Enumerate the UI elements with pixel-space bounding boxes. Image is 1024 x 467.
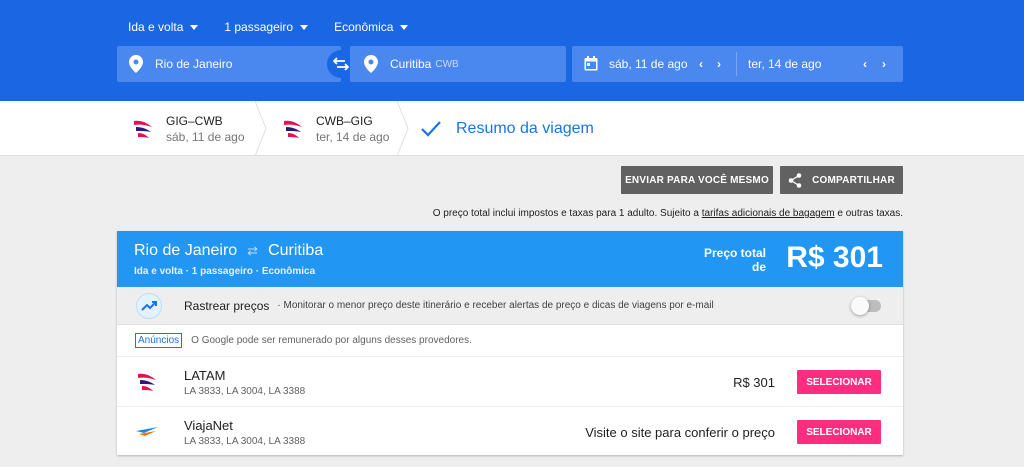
trip-summary-card: Rio de Janeiro ⇄ Curitiba Ida e volta · … [117,231,903,455]
track-prices-toggle[interactable] [851,297,881,315]
calendar-icon [584,56,598,71]
breadcrumb: GIG–CWB sáb, 11 de ago CWB–GIG ter, 14 d… [0,101,1024,156]
ads-text: O Google pode ser remunerado por alguns … [191,335,472,346]
cabin-label: Econômica [334,20,394,34]
summary-label: Resumo da viagem [456,119,594,137]
breadcrumb-separator-icon [396,101,409,156]
breadcrumb-summary: Resumo da viagem [420,101,594,156]
card-destination: Curitiba [268,242,324,259]
card-header: Rio de Janeiro ⇄ Curitiba Ida e volta · … [117,231,903,287]
breadcrumb-date: sáb, 11 de ago [166,129,245,144]
select-button[interactable]: SELECIONAR [797,370,881,394]
card-subtitle: Ida e volta · 1 passageiro · Econômica [134,266,316,277]
breadcrumb-route: CWB–GIG [316,113,373,128]
provider-name: ViajaNet [184,418,233,433]
breadcrumb-separator-icon [254,101,267,156]
price-note-text: O preço total inclui impostos e taxas pa… [432,208,702,219]
share-button[interactable]: COMPARTILHAR [780,166,903,194]
latam-logo-icon [284,120,302,138]
chevron-left-icon[interactable]: ‹ [695,57,707,71]
send-to-yourself-button[interactable]: ENVIAR PARA VOCÊ MESMO [621,166,773,194]
return-date[interactable]: ter, 14 de ago [748,57,821,71]
swap-icon [333,57,349,71]
price-note: O preço total inclui impostos e taxas pa… [433,208,903,219]
select-button[interactable]: SELECIONAR [797,420,881,444]
breadcrumb-return[interactable]: CWB–GIG ter, 14 de ago [282,101,389,156]
total-price: R$ 301 [786,241,883,274]
breadcrumb-date: ter, 14 de ago [316,129,390,144]
passengers-dropdown[interactable]: 1 passageiro [224,20,309,34]
provider-row: ViajaNet LA 3833, LA 3004, LA 3388 Visit… [117,407,903,457]
chevron-right-icon[interactable]: › [713,57,725,71]
caret-down-icon [190,24,199,30]
viajanet-logo-icon [136,427,158,436]
provider-price: Visite o site para conferir o preço [585,425,775,440]
breadcrumb-route: GIG–CWB [166,113,223,128]
baggage-fees-link[interactable]: tarifas adicionais de bagagem [702,208,835,219]
depart-date[interactable]: sáb, 11 de ago [609,57,688,71]
trip-type-label: Ida e volta [128,20,184,34]
card-origin: Rio de Janeiro [134,242,238,259]
caret-down-icon [300,24,309,30]
share-icon [788,172,802,188]
price-note-text-end: e outras taxas. [834,208,903,219]
destination-code: CWB [435,58,459,70]
provider-name: LATAM [184,368,226,383]
trend-icon [136,292,162,319]
ads-badge[interactable]: Anúncios [135,333,183,348]
total-price-label: Preço total de [704,246,766,274]
latam-logo-icon [134,120,152,138]
track-prices-label: Rastrear preços [184,298,270,313]
round-trip-icon: ⇄ [247,243,259,258]
check-icon [421,120,441,137]
caret-down-icon [400,24,409,30]
provider-flights: LA 3833, LA 3004, LA 3388 [184,386,306,397]
search-options: Ida e volta 1 passageiro Econômica [128,20,434,34]
provider-row: LATAM LA 3833, LA 3004, LA 3388 R$ 301 S… [117,357,903,407]
track-prices-row: Rastrear preços · Monitorar o menor preç… [117,287,903,325]
destination-value: Curitiba [390,57,432,71]
date-field[interactable]: sáb, 11 de ago ‹ › ter, 14 de ago ‹ › [572,46,903,82]
total-price-label-1: Preço total [703,246,766,260]
toggle-knob [851,297,869,315]
origin-field[interactable]: Rio de Janeiro [117,46,341,82]
cabin-dropdown[interactable]: Econômica [334,20,409,34]
provider-price: R$ 301 [733,375,775,390]
ads-disclosure: Anúncios O Google pode ser remunerado po… [117,325,903,357]
destination-field[interactable]: Curitiba CWB [350,46,566,82]
date-divider [736,52,737,76]
location-pin-icon [129,55,143,73]
chevron-left-icon[interactable]: ‹ [859,57,871,71]
card-route: Rio de Janeiro ⇄ Curitiba [134,242,323,260]
provider-flights: LA 3833, LA 3004, LA 3388 [184,436,306,447]
origin-value: Rio de Janeiro [155,57,233,71]
total-price-label-2: de [751,260,766,274]
search-header: Ida e volta 1 passageiro Econômica Rio d… [0,0,1024,101]
latam-logo-icon [138,373,156,391]
chevron-right-icon[interactable]: › [878,57,890,71]
share-label: COMPARTILHAR [812,174,895,186]
track-prices-description: · Monitorar o menor preço deste itinerár… [277,300,714,311]
location-pin-icon [364,55,378,73]
passengers-label: 1 passageiro [224,20,294,34]
trip-type-dropdown[interactable]: Ida e volta [128,20,199,34]
breadcrumb-outbound[interactable]: GIG–CWB sáb, 11 de ago [132,101,245,156]
